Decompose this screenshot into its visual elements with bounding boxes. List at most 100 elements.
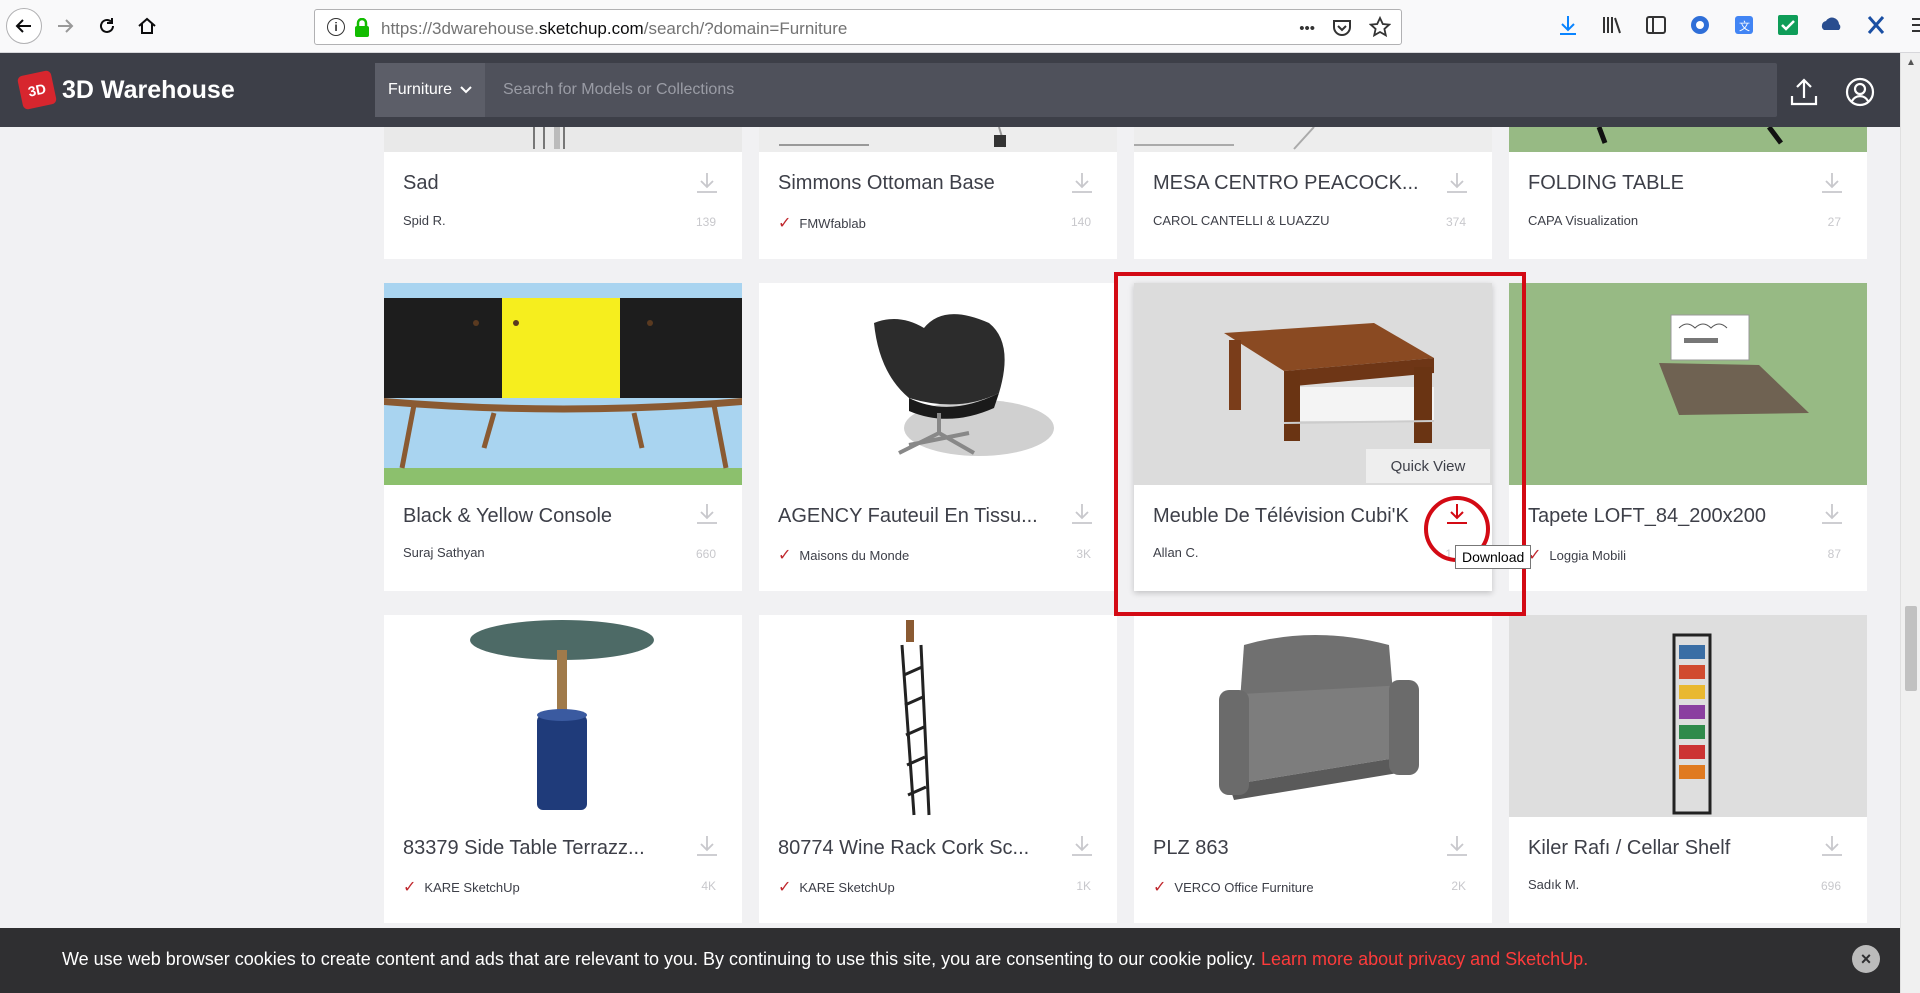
author-name[interactable]: Maisons du Monde bbox=[799, 548, 909, 563]
model-thumbnail[interactable] bbox=[384, 615, 742, 817]
translate-icon[interactable]: 文 bbox=[1731, 12, 1757, 38]
download-count: 139 bbox=[695, 215, 716, 229]
model-card[interactable]: 80774 Wine Rack Cork Sc... ✓ KARE SketchU… bbox=[759, 615, 1117, 923]
model-card[interactable]: Tapete LOFT_84_200x200 ✓ Loggia Mobili 87 bbox=[1509, 283, 1867, 591]
sidebar-icon[interactable] bbox=[1643, 12, 1669, 38]
svg-text:文: 文 bbox=[1739, 19, 1750, 33]
author-name[interactable]: KARE SketchUp bbox=[799, 880, 894, 895]
model-author[interactable]: CAROL CANTELLI & LUAZZU bbox=[1153, 213, 1330, 228]
close-cookie-button[interactable]: × bbox=[1852, 945, 1880, 973]
model-thumbnail[interactable] bbox=[1509, 283, 1867, 485]
model-title[interactable]: MESA CENTRO PEACOCK... bbox=[1153, 172, 1419, 195]
more-actions-icon[interactable]: ••• bbox=[1299, 16, 1315, 38]
model-author[interactable]: Spid R. bbox=[403, 213, 446, 228]
model-author[interactable]: ✓ KARE SketchUp bbox=[778, 877, 895, 897]
model-card[interactable]: PLZ 863 ✓ VERCO Office Furniture 2K bbox=[1134, 615, 1492, 923]
model-author[interactable]: Suraj Sathyan bbox=[403, 545, 485, 560]
cloud-extension-icon[interactable] bbox=[1819, 12, 1845, 38]
check-extension-icon[interactable] bbox=[1775, 12, 1801, 38]
author-name[interactable]: Suraj Sathyan bbox=[403, 545, 485, 560]
download-toolbar-icon[interactable] bbox=[1555, 12, 1581, 38]
model-thumbnail[interactable] bbox=[1134, 127, 1492, 152]
author-name[interactable]: KARE SketchUp bbox=[424, 880, 519, 895]
author-name[interactable]: CAROL CANTELLI & LUAZZU bbox=[1153, 213, 1330, 228]
model-card[interactable]: Simmons Ottoman Base ✓ FMWfablab 140 bbox=[759, 127, 1117, 259]
scroll-thumb[interactable] bbox=[1905, 606, 1917, 691]
author-name[interactable]: CAPA Visualization bbox=[1528, 213, 1638, 228]
model-title[interactable]: Sad bbox=[403, 172, 439, 195]
extension-cookie-icon[interactable] bbox=[1687, 12, 1713, 38]
model-title[interactable]: AGENCY Fauteuil En Tissu... bbox=[778, 505, 1038, 528]
scroll-up-icon[interactable]: ▲ bbox=[1906, 57, 1916, 68]
download-icon[interactable] bbox=[1069, 170, 1095, 196]
model-author[interactable]: ✓ KARE SketchUp bbox=[403, 877, 520, 897]
model-card[interactable]: Sad Spid R. 139 bbox=[384, 127, 742, 259]
model-card[interactable]: MESA CENTRO PEACOCK... CAROL CANTELLI & … bbox=[1134, 127, 1492, 259]
reload-button[interactable] bbox=[90, 9, 124, 43]
model-thumbnail[interactable] bbox=[1134, 615, 1492, 817]
menu-icon[interactable] bbox=[1907, 12, 1920, 38]
model-card[interactable]: Black & Yellow Console Suraj Sathyan 660 bbox=[384, 283, 742, 591]
download-icon[interactable] bbox=[1444, 833, 1470, 859]
model-author[interactable]: ✓ Loggia Mobili bbox=[1528, 545, 1626, 565]
model-title[interactable]: 80774 Wine Rack Cork Sc... bbox=[778, 837, 1029, 860]
forward-button[interactable] bbox=[48, 9, 82, 43]
download-icon[interactable] bbox=[1069, 833, 1095, 859]
model-title[interactable]: FOLDING TABLE bbox=[1528, 172, 1684, 195]
author-name[interactable]: Loggia Mobili bbox=[1549, 548, 1626, 563]
model-thumbnail[interactable] bbox=[384, 127, 742, 152]
model-thumbnail[interactable] bbox=[759, 283, 1117, 485]
model-author[interactable]: CAPA Visualization bbox=[1528, 213, 1638, 228]
model-author[interactable]: ✓ VERCO Office Furniture bbox=[1153, 877, 1314, 897]
x-extension-icon[interactable] bbox=[1863, 12, 1889, 38]
download-count: 27 bbox=[1827, 215, 1841, 229]
model-thumbnail[interactable] bbox=[759, 127, 1117, 152]
model-title[interactable]: Black & Yellow Console bbox=[403, 505, 612, 528]
download-icon[interactable] bbox=[694, 833, 720, 859]
download-icon[interactable] bbox=[694, 170, 720, 196]
download-icon[interactable] bbox=[1819, 833, 1845, 859]
bookmark-star-icon[interactable] bbox=[1369, 16, 1391, 38]
user-account-icon[interactable] bbox=[1844, 76, 1876, 108]
model-author[interactable]: ✓ FMWfablab bbox=[778, 213, 866, 233]
home-button[interactable] bbox=[130, 9, 164, 43]
download-icon[interactable] bbox=[694, 501, 720, 527]
model-title[interactable]: 83379 Side Table Terrazz... bbox=[403, 837, 645, 860]
model-title[interactable]: Kiler Rafı / Cellar Shelf bbox=[1528, 837, 1730, 860]
search-bar: Furniture bbox=[375, 63, 1777, 117]
pocket-icon[interactable] bbox=[1331, 16, 1353, 38]
model-card[interactable]: 83379 Side Table Terrazz... ✓ KARE Sketch… bbox=[384, 615, 742, 923]
model-thumbnail[interactable] bbox=[759, 615, 1117, 817]
model-author[interactable]: Sadık M. bbox=[1528, 877, 1579, 892]
download-icon[interactable] bbox=[1819, 170, 1845, 196]
model-title[interactable]: Tapete LOFT_84_200x200 bbox=[1528, 505, 1766, 528]
download-icon[interactable] bbox=[1444, 170, 1470, 196]
privacy-link[interactable]: Learn more about privacy and SketchUp. bbox=[1261, 949, 1588, 969]
url-bar[interactable]: i https://3dwarehouse.sketchup.com/searc… bbox=[314, 9, 1402, 45]
author-name[interactable]: Spid R. bbox=[403, 213, 446, 228]
author-name[interactable]: FMWfablab bbox=[799, 216, 865, 231]
model-thumbnail[interactable] bbox=[384, 283, 742, 485]
upload-icon[interactable] bbox=[1788, 76, 1820, 108]
model-card[interactable]: FOLDING TABLE CAPA Visualization 27 bbox=[1509, 127, 1867, 259]
model-author[interactable]: ✓ Maisons du Monde bbox=[778, 545, 909, 565]
download-icon[interactable] bbox=[1069, 501, 1095, 527]
model-card[interactable]: AGENCY Fauteuil En Tissu... ✓ Maisons du … bbox=[759, 283, 1117, 591]
author-name[interactable]: VERCO Office Furniture bbox=[1174, 880, 1313, 895]
model-thumbnail[interactable] bbox=[1509, 127, 1867, 152]
domain-select[interactable]: Furniture bbox=[375, 63, 485, 117]
model-card[interactable]: Kiler Rafı / Cellar Shelf Sadık M. 696 bbox=[1509, 615, 1867, 923]
page-scrollbar[interactable]: ▲ bbox=[1900, 53, 1920, 993]
url-suffix: /search/?domain=Furniture bbox=[643, 19, 848, 38]
info-icon[interactable]: i bbox=[327, 18, 345, 36]
model-thumbnail[interactable] bbox=[1509, 615, 1867, 817]
back-button[interactable] bbox=[6, 8, 42, 44]
download-count: 2K bbox=[1451, 879, 1466, 893]
library-icon[interactable] bbox=[1599, 12, 1625, 38]
download-icon[interactable] bbox=[1819, 501, 1845, 527]
model-title[interactable]: Simmons Ottoman Base bbox=[778, 172, 995, 195]
search-input[interactable] bbox=[485, 63, 1775, 117]
author-name[interactable]: Sadık M. bbox=[1528, 877, 1579, 892]
model-title[interactable]: PLZ 863 bbox=[1153, 837, 1229, 860]
logo[interactable]: 3D 3D Warehouse bbox=[16, 69, 235, 111]
